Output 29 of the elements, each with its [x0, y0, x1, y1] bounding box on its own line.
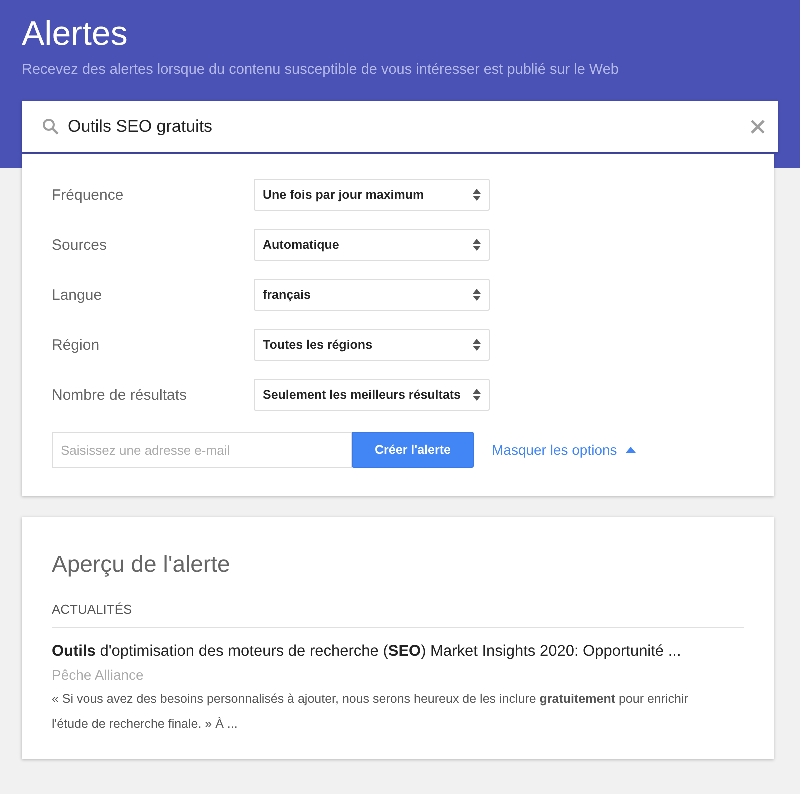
option-label: Région: [52, 336, 101, 354]
option-dropdown[interactable]: Une fois par jour maximum: [254, 179, 490, 211]
close-icon[interactable]: [750, 118, 766, 134]
option-label: Sources: [52, 236, 108, 254]
hide-options-link[interactable]: Masquer les options: [492, 442, 636, 458]
create-alert-button[interactable]: Créer l'alerte: [352, 432, 474, 468]
result-source: Pêche Alliance: [52, 667, 145, 683]
option-dropdown[interactable]: Seulement les meilleurs résultats: [254, 379, 490, 411]
result-snippet: « Si vous avez des besoins personnalisés à ajouter, nous serons heureux de les inclure gratuitement pour enrichir l'étude de recherche finale. » À ...: [52, 691, 690, 733]
section-heading: ACTUALITÉS: [52, 602, 744, 628]
option-dropdown[interactable]: Automatique: [254, 229, 490, 261]
email-field[interactable]: Saisissez une adresse e-mail: [52, 432, 352, 468]
dropdown-arrows-icon: [473, 239, 481, 251]
caret-icon: [626, 447, 636, 453]
dropdown-arrows-icon: [473, 339, 481, 351]
dropdown-arrows-icon: [473, 389, 481, 401]
search-icon: [42, 118, 60, 136]
preview-title: Aperçu de l'alerte: [52, 551, 232, 578]
search-bar[interactable]: Outils SEO gratuits: [22, 101, 778, 152]
page-subtitle: Recevez des alertes lorsque du contenu susceptible de vous intéresser est publié sur le Web: [22, 62, 620, 78]
option-dropdown[interactable]: français: [254, 279, 490, 311]
dropdown-arrows-icon: [473, 289, 481, 301]
option-label: Nombre de résultats: [52, 386, 188, 404]
option-label: Fréquence: [52, 186, 125, 204]
option-dropdown[interactable]: Toutes les régions: [254, 329, 490, 361]
dropdown-arrows-icon: [473, 189, 481, 201]
result-title[interactable]: Outils d'optimisation des moteurs de recherche (SEO) Market Insights 2020: Opportunité ...: [52, 643, 744, 661]
page-title: Alertes: [22, 14, 129, 54]
option-label: Langue: [52, 286, 104, 304]
